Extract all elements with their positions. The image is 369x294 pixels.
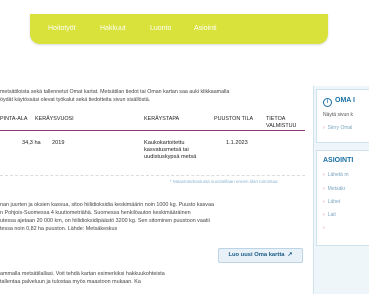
table-header-divider [0,130,305,131]
sidebar-services-link[interactable] [323,225,328,231]
own-map-footer-text: ammalla metsätilallasi. Voit tehdä karta… [0,270,305,286]
sidebar-services-box: ASIOINTI Lähetä m Metsäkr Lähet Lait [316,150,369,246]
column-header-area: PINTA-ALA [0,116,28,122]
sidebar-services-title: ASIOINTI [323,157,354,164]
sidebar-services-link[interactable]: Lait [323,212,336,218]
external-link-icon: ↗ [287,252,293,258]
cell-area: 34,3 ha [22,140,41,146]
description-line: n Pohjois-Suomessa 4 kuutiometriähä. Suo… [0,210,191,216]
nav-item-asiointi[interactable]: Asiointi [194,25,217,32]
main-navigation: Hoitotyöt Hakkuut Luonto Asiointi [30,14,328,44]
carbon-description: nan juurten ja oksien kasvua, sitoo hiil… [0,201,305,233]
description-line: utessa ajetaan 20 000 km, on hiilidioksi… [0,218,210,224]
column-header-stand-status: PUUSTON TILA [214,116,254,122]
create-own-map-button[interactable]: Luo uusi Oma kartta ↗ [218,248,303,263]
cell-year: 2019 [52,140,65,146]
table-row-divider [0,175,305,176]
description-line: nan juurten ja oksien kasvua, sitoo hiil… [0,202,214,208]
info-icon: i [323,98,332,107]
cell-stand-date: 1.1.2023 [226,140,248,146]
sidebar-own-title: OMA I [335,97,355,104]
column-header-year: KERÄYSVUOSI [35,116,74,122]
sidebar-own-link[interactable]: Siirry Omal [323,125,353,131]
footer-line: ammalla metsätilallasi. Voit tehdä karta… [0,271,165,277]
sidebar-services-link[interactable]: Lähet [323,199,341,205]
column-header-method: KERÄYSTAPA [144,116,180,122]
footer-line: tallentaa palveluun ja tulostaa myös maa… [0,279,141,285]
sidebar-own-text: Näytä sivun k [323,112,354,118]
table-footnote: * Maastotarkastusta suositellaan ennen t… [170,179,278,184]
column-header-info-ready: TIETOA VALMISTUU [266,116,297,129]
cell-method: Kaukokartoitettu kasvatusmetsä tai uudis… [144,140,197,160]
intro-line: metsätiloista sekä tallennetut Omat kart… [0,89,230,95]
nav-item-luonto[interactable]: Luonto [150,25,171,32]
description-line: tessa noin 0,82 ha puuston. Lähde: Metsä… [0,226,118,232]
nav-item-hakkuut[interactable]: Hakkuut [100,25,126,32]
intro-line: öydät käytössäsi olevat työkalut sekä ti… [0,97,151,103]
sidebar-own-box: i OMA I Näytä sivun k Siirry Omal [316,89,369,143]
nav-item-hoitotyot[interactable]: Hoitotyöt [48,25,76,32]
sidebar-services-link[interactable]: Lähetä m [323,172,349,178]
create-own-map-label: Luo uusi Oma kartta [228,252,285,258]
intro-text: metsätiloista sekä tallennetut Omat kart… [0,88,310,104]
sidebar-services-link[interactable]: Metsäkr [323,186,346,192]
